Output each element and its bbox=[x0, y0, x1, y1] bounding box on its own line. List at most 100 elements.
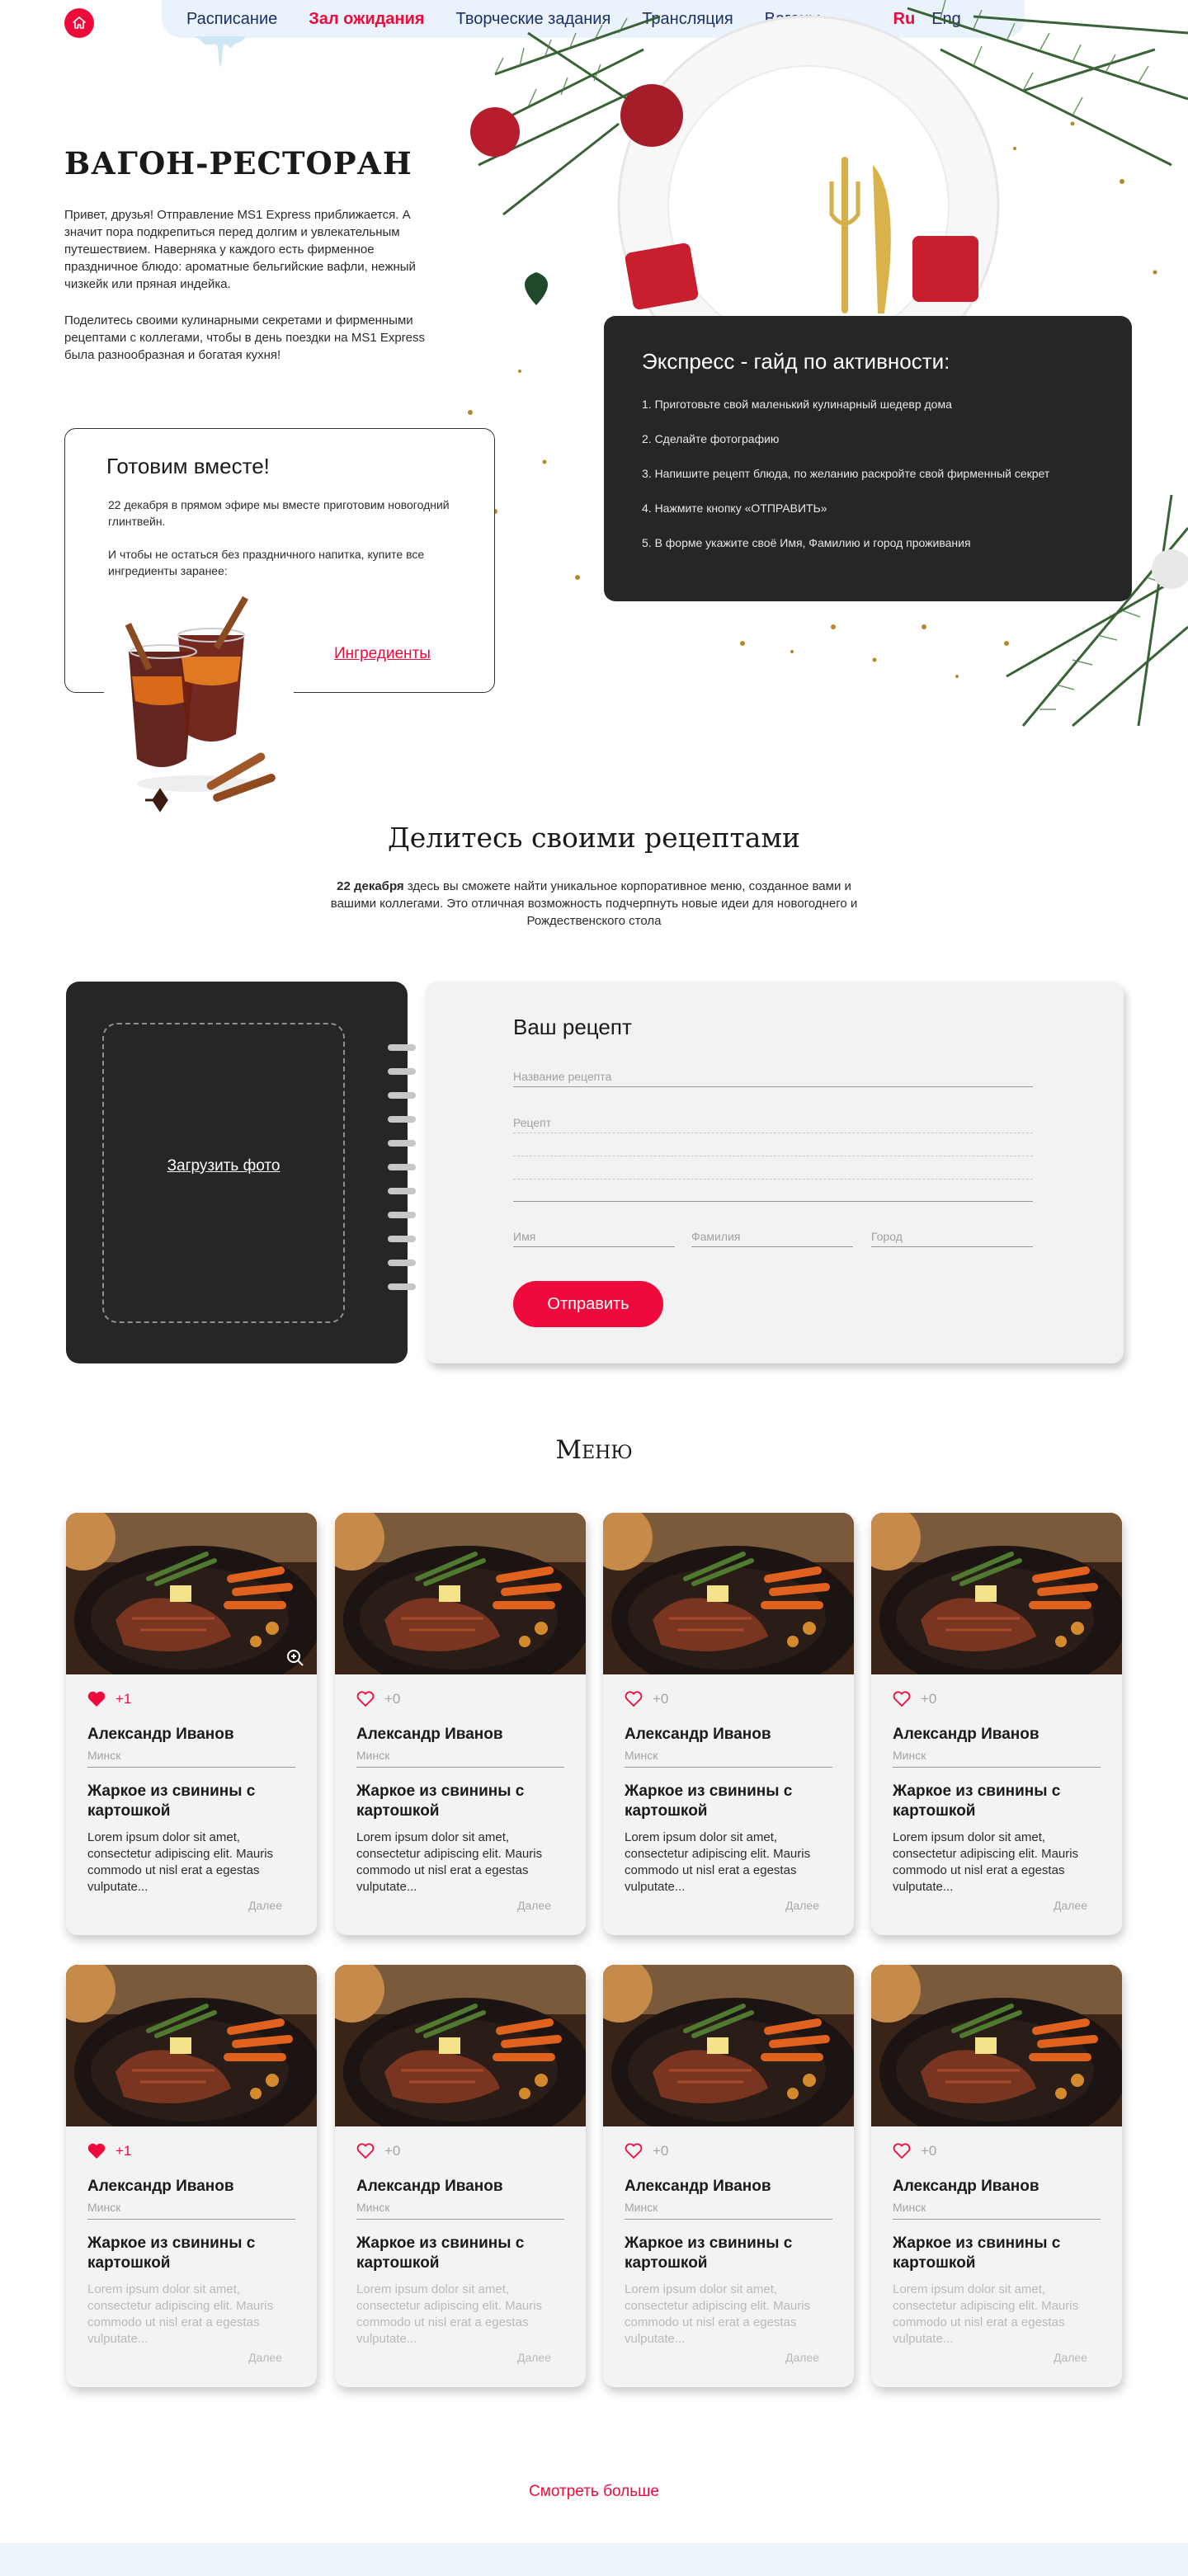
notebook-ring bbox=[388, 1044, 416, 1051]
like-control: +0 bbox=[625, 1691, 668, 1707]
recipe-line bbox=[513, 1201, 1033, 1202]
ingredients-link[interactable]: Ингредиенты bbox=[334, 645, 431, 663]
like-count: +0 bbox=[653, 1691, 669, 1707]
home-icon bbox=[73, 16, 86, 29]
guide-step: 3. Напишите рецепт блюда, по желанию рас… bbox=[642, 467, 1050, 480]
notebook-ring bbox=[388, 1188, 416, 1194]
read-more-link[interactable]: Далее bbox=[1054, 2351, 1087, 2364]
author-city: Минск bbox=[625, 1749, 658, 1762]
cook-together-text-2: И чтобы не остаться без праздничного нап… bbox=[108, 548, 425, 577]
like-count: +1 bbox=[116, 1691, 132, 1707]
hero-paragraph-1: Привет, друзья! Отправление MS1 Express … bbox=[64, 208, 416, 291]
dish-photo[interactable] bbox=[871, 1513, 1122, 1674]
nav-item-schedule[interactable]: Расписание bbox=[186, 10, 277, 29]
recipe-text-input[interactable] bbox=[513, 1112, 1033, 1133]
read-more-link[interactable]: Далее bbox=[517, 2351, 551, 2364]
heart-icon[interactable] bbox=[625, 1691, 643, 1707]
dish-description: Lorem ipsum dolor sit amet, consectetur … bbox=[356, 2282, 543, 2346]
dish-title: Жаркое из свинины с картошкой bbox=[356, 1782, 525, 1820]
notebook-ring bbox=[388, 1140, 416, 1147]
heart-icon[interactable] bbox=[356, 2143, 375, 2159]
dish-description: Lorem ipsum dolor sit amet, consectetur … bbox=[625, 1830, 811, 1894]
home-button[interactable] bbox=[64, 8, 94, 38]
recipe-card[interactable]: +0 Александр Иванов Минск Жаркое из свин… bbox=[871, 1513, 1122, 1935]
submit-button[interactable]: Отправить bbox=[513, 1281, 663, 1327]
dish-photo[interactable] bbox=[871, 1965, 1122, 2126]
dish-photo[interactable] bbox=[603, 1965, 854, 2126]
read-more-link[interactable]: Далее bbox=[248, 2351, 282, 2364]
read-more-link[interactable]: Далее bbox=[785, 1899, 819, 1912]
heart-icon[interactable] bbox=[87, 2143, 106, 2159]
dish-description: Lorem ipsum dolor sit amet, consectetur … bbox=[87, 2282, 274, 2346]
share-description: 22 декабря здесь вы сможете найти уникал… bbox=[330, 878, 858, 930]
card-divider bbox=[87, 1767, 295, 1768]
nav-item-waiting-room[interactable]: Зал ожидания bbox=[309, 10, 424, 29]
recipe-card[interactable]: +1 Александр Иванов Минск Жаркое из свин… bbox=[66, 1965, 317, 2387]
dish-photo[interactable] bbox=[66, 1513, 317, 1674]
dish-description: Lorem ipsum dolor sit amet, consectetur … bbox=[893, 2282, 1079, 2346]
guide-steps: 1. Приготовьте свой маленький кулинарный… bbox=[642, 396, 1094, 551]
author-name: Александр Иванов bbox=[893, 2178, 1040, 2195]
notebook-ring bbox=[388, 1116, 416, 1123]
author-city: Минск bbox=[893, 1749, 926, 1762]
recipe-card[interactable]: +1 Александр Иванов Минск Жаркое из свин… bbox=[66, 1513, 317, 1935]
recipe-form: Ваш рецепт Отправить bbox=[426, 982, 1124, 1363]
dish-title: Жаркое из свинины с картошкой bbox=[87, 2235, 256, 2272]
dish-photo[interactable] bbox=[335, 1513, 586, 1674]
notebook-ring bbox=[388, 1283, 416, 1290]
share-date: 22 декабря bbox=[337, 879, 404, 893]
author-name: Александр Иванов bbox=[625, 1726, 771, 1743]
share-text: здесь вы сможете найти уникальное корпор… bbox=[330, 879, 858, 928]
dish-description: Lorem ipsum dolor sit amet, consectetur … bbox=[356, 1830, 543, 1894]
author-name: Александр Иванов bbox=[625, 2178, 771, 2195]
recipe-card[interactable]: +0 Александр Иванов Минск Жаркое из свин… bbox=[871, 1965, 1122, 2387]
like-count: +1 bbox=[116, 2143, 132, 2159]
first-name-input[interactable] bbox=[513, 1226, 675, 1247]
snow-drip-decoration bbox=[195, 36, 246, 68]
read-more-link[interactable]: Далее bbox=[517, 1899, 551, 1912]
like-count: +0 bbox=[653, 2143, 669, 2159]
heart-icon[interactable] bbox=[87, 1691, 106, 1707]
card-divider bbox=[87, 2219, 295, 2220]
notebook-ring bbox=[388, 1260, 416, 1266]
dish-photo[interactable] bbox=[66, 1965, 317, 2126]
heart-icon[interactable] bbox=[625, 2143, 643, 2159]
card-divider bbox=[893, 1767, 1101, 1768]
like-control: +0 bbox=[893, 1691, 936, 1707]
dish-photo[interactable] bbox=[335, 1965, 586, 2126]
author-name: Александр Иванов bbox=[87, 2178, 234, 2195]
dish-title: Жаркое из свинины с картошкой bbox=[893, 1782, 1061, 1820]
city-input[interactable] bbox=[871, 1226, 1033, 1247]
read-more-link[interactable]: Далее bbox=[1054, 1899, 1087, 1912]
card-divider bbox=[356, 2219, 564, 2220]
like-control: +0 bbox=[625, 2143, 668, 2159]
author-city: Минск bbox=[893, 2201, 926, 2214]
recipe-line bbox=[513, 1179, 1033, 1180]
author-name: Александр Иванов bbox=[356, 1726, 503, 1743]
heart-icon[interactable] bbox=[356, 1691, 375, 1707]
read-more-link[interactable]: Далее bbox=[248, 1899, 282, 1912]
read-more-link[interactable]: Далее bbox=[785, 2351, 819, 2364]
recipe-card[interactable]: +0 Александр Иванов Минск Жаркое из свин… bbox=[335, 1513, 586, 1935]
dish-title: Жаркое из свинины с картошкой bbox=[893, 2235, 1061, 2272]
cook-together-title: Готовим вместе! bbox=[106, 454, 270, 478]
recipe-form-title: Ваш рецепт bbox=[513, 1015, 632, 1039]
author-city: Минск bbox=[87, 2201, 121, 2214]
last-name-input[interactable] bbox=[691, 1226, 853, 1247]
author-city: Минск bbox=[356, 2201, 390, 2214]
heart-icon[interactable] bbox=[893, 1691, 911, 1707]
recipe-card[interactable]: +0 Александр Иванов Минск Жаркое из свин… bbox=[603, 1965, 854, 2387]
recipe-card[interactable]: +0 Александр Иванов Минск Жаркое из свин… bbox=[603, 1513, 854, 1935]
heart-icon[interactable] bbox=[893, 2143, 911, 2159]
page-title: ВАГОН-РЕСТОРАН bbox=[64, 145, 412, 181]
author-name: Александр Иванов bbox=[893, 1726, 1040, 1743]
dish-photo[interactable] bbox=[603, 1513, 854, 1674]
recipe-name-input[interactable] bbox=[513, 1066, 1033, 1087]
guide-title: Экспресс - гайд по активности: bbox=[642, 349, 950, 374]
card-divider bbox=[893, 2219, 1101, 2220]
upload-photo-link[interactable]: Загрузить фото bbox=[102, 1157, 345, 1175]
see-more-link[interactable]: Смотреть больше bbox=[0, 2483, 1188, 2501]
like-control: +0 bbox=[893, 2143, 936, 2159]
guide-step: 2. Сделайте фотографию bbox=[642, 432, 780, 445]
recipe-card[interactable]: +0 Александр Иванов Минск Жаркое из свин… bbox=[335, 1965, 586, 2387]
